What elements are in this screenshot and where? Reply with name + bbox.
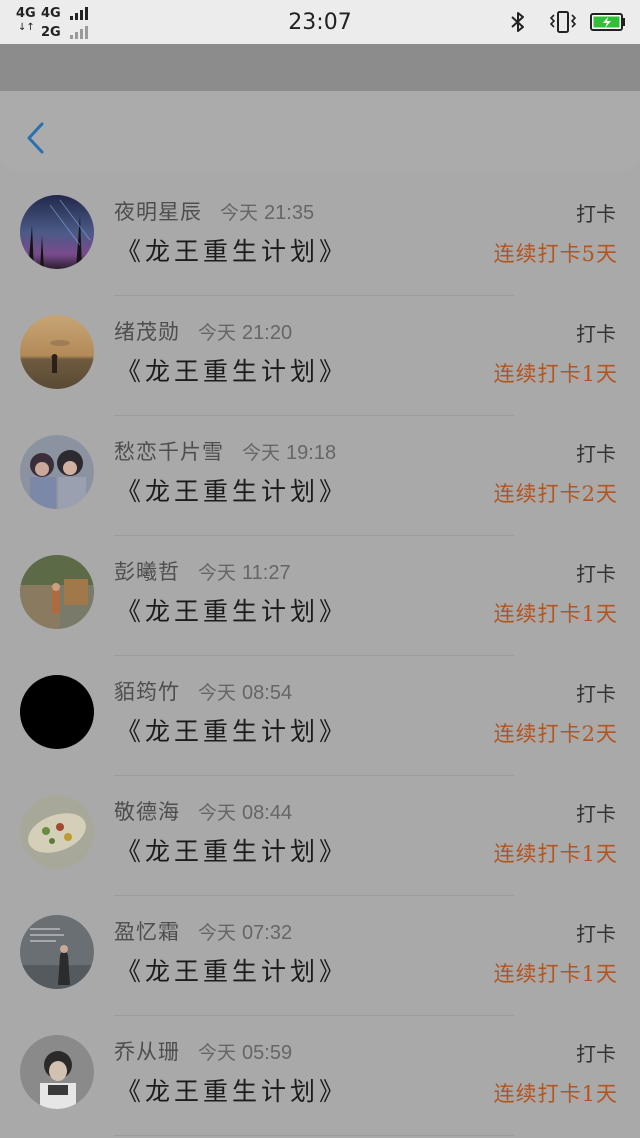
book-title: 《龙王重生计划》 xyxy=(116,357,349,386)
battery-icon xyxy=(590,13,625,31)
avatar[interactable] xyxy=(20,1035,94,1109)
checkin-time: 今天 08:44 xyxy=(198,802,293,824)
checkin-time: 今天 19:18 xyxy=(242,442,337,464)
user-name: 盈忆霜 今天 07:32 xyxy=(114,920,293,944)
bluetooth-icon xyxy=(511,12,524,32)
streak-label: 连续打卡1天 xyxy=(493,602,618,626)
list-item[interactable]: 绪茂勋 今天 21:20 《龙王重生计划》 打卡 连续打卡1天 xyxy=(0,296,640,416)
user-name: 貊筠竹 今天 08:54 xyxy=(114,680,293,704)
list-item[interactable]: 夜明星辰 今天 21:35 《龙王重生计划》 打卡 连续打卡5天 xyxy=(0,176,640,296)
list-item[interactable]: 乔从珊 今天 05:59 《龙王重生计划》 打卡 连续打卡1天 xyxy=(0,1016,640,1136)
checkin-label: 打卡 xyxy=(576,442,616,466)
checkin-time: 今天 21:35 xyxy=(220,202,315,224)
streak-label: 连续打卡1天 xyxy=(493,842,618,866)
book-title: 《龙王重生计划》 xyxy=(116,957,349,986)
divider xyxy=(114,1135,514,1136)
streak-label: 连续打卡1天 xyxy=(493,362,618,386)
book-title: 《龙王重生计划》 xyxy=(116,837,349,866)
list-item[interactable]: 盈忆霜 今天 07:32 《龙王重生计划》 打卡 连续打卡1天 xyxy=(0,896,640,1016)
avatar[interactable] xyxy=(20,555,94,629)
checkin-time: 今天 05:59 xyxy=(198,1042,293,1064)
checkin-label: 打卡 xyxy=(576,202,616,226)
book-title: 《龙王重生计划》 xyxy=(116,477,349,506)
user-name: 敬德海 今天 08:44 xyxy=(114,800,293,824)
streak-label: 连续打卡2天 xyxy=(493,722,618,746)
chevron-left-icon xyxy=(27,122,44,154)
checkin-label: 打卡 xyxy=(576,682,616,706)
streak-label: 连续打卡1天 xyxy=(493,962,618,986)
streak-label: 连续打卡5天 xyxy=(493,242,618,266)
checkin-time: 今天 08:54 xyxy=(198,682,293,704)
user-name: 愁恋千片雪 今天 19:18 xyxy=(114,440,337,464)
page-header xyxy=(0,91,640,171)
vibrate-icon xyxy=(549,11,577,33)
status-bar: 4G ↓↑ 4G 2G 23:07 xyxy=(0,0,640,44)
list-item[interactable]: 愁恋千片雪 今天 19:18 《龙王重生计划》 打卡 连续打卡2天 xyxy=(0,416,640,536)
avatar[interactable] xyxy=(20,315,94,389)
dim-overlay-band xyxy=(0,44,640,91)
avatar[interactable] xyxy=(20,915,94,989)
book-title: 《龙王重生计划》 xyxy=(116,237,349,266)
status-clock: 23:07 xyxy=(288,10,352,35)
checkin-label: 打卡 xyxy=(576,562,616,586)
list-item[interactable]: 敬德海 今天 08:44 《龙王重生计划》 打卡 连续打卡1天 xyxy=(0,776,640,896)
back-button[interactable] xyxy=(22,118,50,158)
checkin-time: 今天 21:20 xyxy=(198,322,293,344)
streak-label: 连续打卡2天 xyxy=(493,482,618,506)
book-title: 《龙王重生计划》 xyxy=(116,717,349,746)
book-title: 《龙王重生计划》 xyxy=(116,597,349,626)
list-item[interactable]: 彭曦哲 今天 11:27 《龙王重生计划》 打卡 连续打卡1天 xyxy=(0,536,640,656)
checkin-time: 今天 07:32 xyxy=(198,922,293,944)
list-item[interactable]: 貊筠竹 今天 08:54 《龙王重生计划》 打卡 连续打卡2天 xyxy=(0,656,640,776)
checkin-label: 打卡 xyxy=(576,322,616,346)
book-title: 《龙王重生计划》 xyxy=(116,1077,349,1106)
checkin-time: 今天 11:27 xyxy=(198,562,291,584)
user-name: 绪茂勋 今天 21:20 xyxy=(114,320,293,344)
checkin-label: 打卡 xyxy=(576,1042,616,1066)
user-name: 彭曦哲 今天 11:27 xyxy=(114,560,291,584)
avatar[interactable] xyxy=(20,435,94,509)
checkin-label: 打卡 xyxy=(576,922,616,946)
user-name: 夜明星辰 今天 21:35 xyxy=(114,200,315,224)
streak-label: 连续打卡1天 xyxy=(493,1082,618,1106)
avatar[interactable] xyxy=(20,795,94,869)
avatar[interactable] xyxy=(20,675,94,749)
checkin-label: 打卡 xyxy=(576,802,616,826)
user-name: 乔从珊 今天 05:59 xyxy=(114,1040,293,1064)
avatar[interactable] xyxy=(20,195,94,269)
